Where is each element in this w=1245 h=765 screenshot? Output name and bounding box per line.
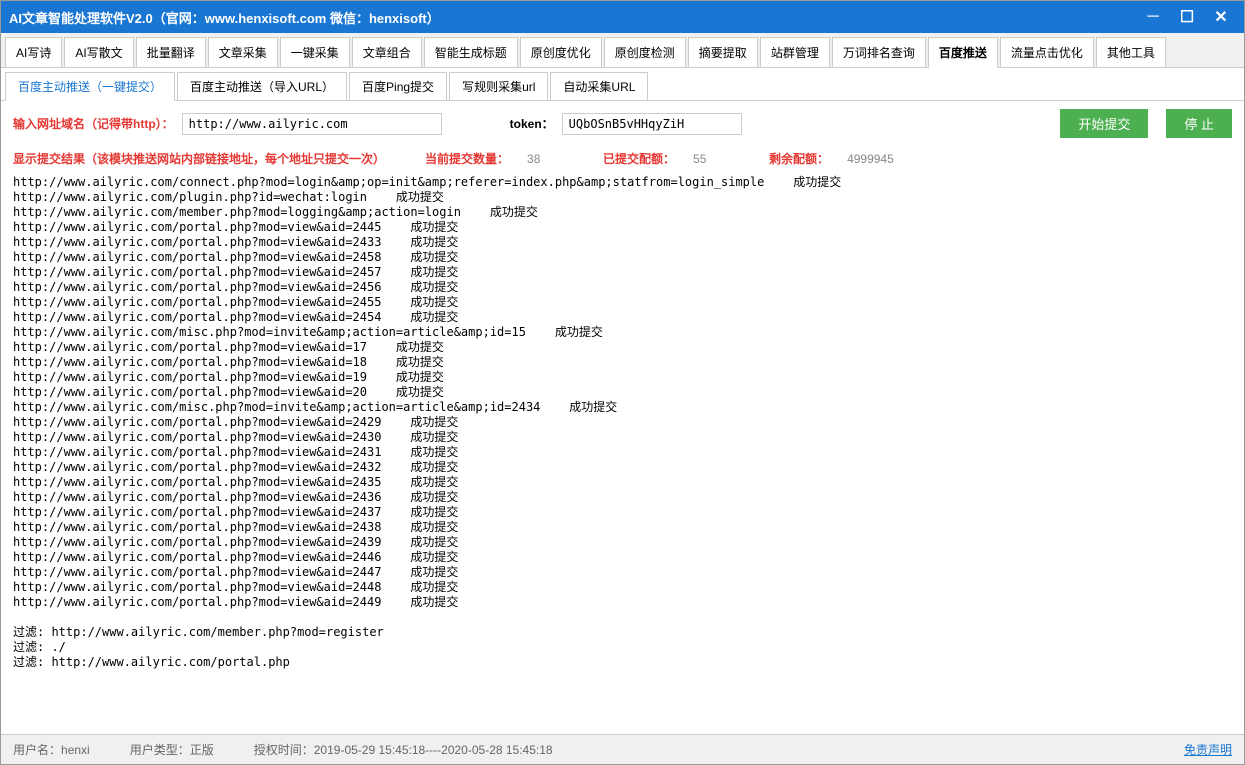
stats-row: 显示提交结果（该模块推送网站内部链接地址，每个地址只提交一次） 当前提交数量： …: [1, 146, 1244, 171]
main-tab-3[interactable]: 文章采集: [208, 37, 278, 67]
submitted-quota-value: 55: [693, 152, 733, 166]
main-tab-8[interactable]: 原创度检测: [604, 37, 686, 67]
main-tab-12[interactable]: 百度推送: [928, 37, 998, 68]
main-tab-4[interactable]: 一键采集: [280, 37, 350, 67]
main-tab-2[interactable]: 批量翻译: [136, 37, 206, 67]
disclaimer-link[interactable]: 免责声明: [1184, 741, 1232, 758]
token-label: token：: [510, 115, 554, 132]
start-button[interactable]: 开始提交: [1060, 109, 1148, 138]
main-tab-11[interactable]: 万词排名查询: [832, 37, 926, 67]
sub-tabs: 百度主动推送（一键提交）百度主动推送（导入URL）百度Ping提交写规则采集ur…: [1, 68, 1244, 101]
main-tab-7[interactable]: 原创度优化: [520, 37, 602, 67]
result-log[interactable]: http://www.ailyric.com/connect.php?mod=l…: [1, 171, 1244, 734]
status-user: 用户名：henxi: [13, 741, 90, 758]
statusbar: 用户名：henxi 用户类型：正版 授权时间：2019-05-29 15:45:…: [1, 734, 1244, 764]
url-input[interactable]: [182, 113, 442, 135]
submitted-quota-label: 已提交配额：: [603, 150, 675, 167]
main-tabs: AI写诗AI写散文批量翻译文章采集一键采集文章组合智能生成标题原创度优化原创度检…: [1, 33, 1244, 68]
current-count-value: 38: [527, 152, 567, 166]
current-count-label: 当前提交数量：: [425, 150, 509, 167]
main-tab-14[interactable]: 其他工具: [1096, 37, 1166, 67]
minimize-icon[interactable]: ─: [1138, 5, 1168, 29]
result-label: 显示提交结果（该模块推送网站内部链接地址，每个地址只提交一次）: [13, 150, 385, 167]
url-label: 输入网址域名（记得带http）：: [13, 115, 174, 132]
main-tab-13[interactable]: 流量点击优化: [1000, 37, 1094, 67]
app-title: AI文章智能处理软件V2.0（官网：www.henxisoft.com 微信：h…: [9, 8, 1138, 27]
sub-tab-4[interactable]: 自动采集URL: [550, 72, 648, 100]
remain-quota-value: 4999945: [847, 152, 894, 166]
main-tab-0[interactable]: AI写诗: [5, 37, 62, 67]
main-tab-5[interactable]: 文章组合: [352, 37, 422, 67]
maximize-icon[interactable]: ☐: [1172, 5, 1202, 29]
sub-tab-2[interactable]: 百度Ping提交: [349, 72, 447, 100]
sub-tab-0[interactable]: 百度主动推送（一键提交）: [5, 72, 175, 101]
sub-tab-1[interactable]: 百度主动推送（导入URL）: [177, 72, 347, 100]
token-input[interactable]: [562, 113, 742, 135]
remain-quota-label: 剩余配额：: [769, 150, 829, 167]
main-tab-9[interactable]: 摘要提取: [688, 37, 758, 67]
status-auth: 授权时间：2019-05-29 15:45:18----2020-05-28 1…: [254, 741, 553, 758]
input-row: 输入网址域名（记得带http）： token： 开始提交 停 止: [1, 101, 1244, 146]
stop-button[interactable]: 停 止: [1166, 109, 1232, 138]
main-tab-6[interactable]: 智能生成标题: [424, 37, 518, 67]
titlebar: AI文章智能处理软件V2.0（官网：www.henxisoft.com 微信：h…: [1, 1, 1244, 33]
close-icon[interactable]: ✕: [1206, 5, 1236, 29]
main-tab-1[interactable]: AI写散文: [64, 37, 133, 67]
main-tab-10[interactable]: 站群管理: [760, 37, 830, 67]
status-type: 用户类型：正版: [130, 741, 214, 758]
sub-tab-3[interactable]: 写规则采集url: [449, 72, 548, 100]
